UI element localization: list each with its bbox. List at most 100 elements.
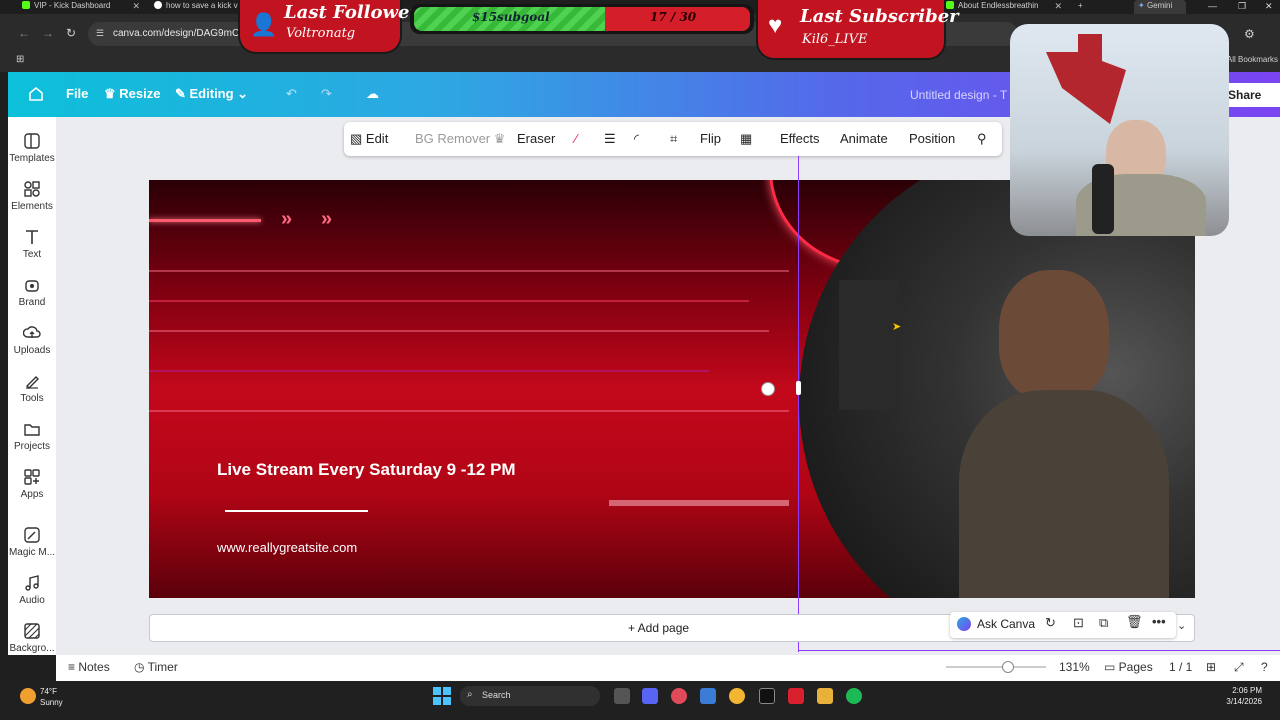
new-tab-button[interactable]: + xyxy=(1078,0,1083,14)
site-info-icon[interactable]: ☰ xyxy=(96,28,104,39)
maximize-icon[interactable]: ❐ xyxy=(1238,0,1246,12)
color-picker-icon[interactable]: ⁄ xyxy=(575,131,577,146)
resize-button[interactable]: ♛ Resize xyxy=(104,86,160,102)
rail-label: Apps xyxy=(20,489,44,500)
start-icon[interactable] xyxy=(433,687,451,705)
rail-item-apps[interactable]: Apps xyxy=(8,468,56,500)
browser-tab[interactable]: VIP - Kick Dashboard ✕ xyxy=(22,0,140,14)
zoom-level[interactable]: 131% xyxy=(1059,660,1090,674)
undo-icon[interactable]: ↶ xyxy=(286,86,297,102)
rail-item-magic-media[interactable]: Magic M... xyxy=(8,526,56,558)
position-button[interactable]: Position xyxy=(909,131,955,146)
capcut-icon[interactable] xyxy=(759,688,775,704)
browser-tab[interactable]: About Endlessbreathin ✕ xyxy=(946,0,1062,14)
apps-grid-icon[interactable]: ⊞ xyxy=(16,54,24,65)
task-view-icon[interactable] xyxy=(614,688,630,704)
edit-button[interactable]: ▧ Edit xyxy=(350,131,388,147)
all-bookmarks[interactable]: All Bookmarks xyxy=(1227,55,1278,64)
discord-icon[interactable] xyxy=(642,688,658,704)
forward-icon[interactable]: → xyxy=(42,26,54,40)
text-icon xyxy=(26,230,38,244)
browser-tab[interactable]: how to save a kick vo xyxy=(154,0,242,14)
notes-label: Notes xyxy=(78,660,110,674)
browser-tab[interactable]: ✦ Gemini xyxy=(1134,0,1186,14)
taskbar-clock[interactable]: 2:06 PM 3/14/2026 xyxy=(1226,685,1262,707)
rail-item-templates[interactable]: Templates xyxy=(8,132,56,164)
rail-item-audio[interactable]: Audio xyxy=(8,574,56,606)
neon-line xyxy=(149,219,261,222)
corner-rounding-icon[interactable]: ◜ xyxy=(634,131,639,147)
chevron-down-icon[interactable]: ⌄ xyxy=(1177,619,1186,632)
maps-icon[interactable] xyxy=(671,688,687,704)
more-options-icon[interactable]: ••• xyxy=(1152,614,1166,629)
animate-button[interactable]: Animate xyxy=(840,131,888,146)
weather-widget[interactable]: 74°F Sunny xyxy=(40,686,63,708)
taskbar-search[interactable] xyxy=(460,686,600,706)
minimize-icon[interactable]: — xyxy=(1208,0,1217,12)
rail-item-projects[interactable]: Projects xyxy=(8,420,56,452)
flip-button[interactable]: Flip xyxy=(700,131,721,146)
eraser-button[interactable]: Eraser xyxy=(517,131,555,146)
temperature: 74°F xyxy=(40,687,57,696)
timer-icon: ◷ xyxy=(134,660,148,674)
effects-button[interactable]: Effects xyxy=(780,131,820,146)
equipment-rack xyxy=(839,280,899,410)
bg-remover-button[interactable]: BG Remover ♛ xyxy=(415,131,505,147)
redo-icon[interactable]: ↷ xyxy=(321,86,332,102)
add-user-icon: 👤 xyxy=(250,12,278,37)
pages-label: Pages xyxy=(1118,660,1153,674)
back-icon[interactable]: ← xyxy=(18,26,30,40)
copy-style-icon[interactable]: ⚲ xyxy=(977,131,987,147)
close-icon[interactable]: ✕ xyxy=(132,0,140,12)
grid-view-icon[interactable]: ⊞ xyxy=(1206,660,1216,674)
lock-icon[interactable]: ⊡ xyxy=(1073,615,1084,631)
apps-icon xyxy=(24,469,40,485)
editor-footer xyxy=(56,655,1280,681)
heart-icon: ♥ xyxy=(768,12,783,39)
edit-label: Edit xyxy=(365,131,389,146)
chevron-right-icon: » xyxy=(321,208,333,230)
duplicate-icon[interactable]: ⧉ xyxy=(1099,615,1108,631)
home-icon[interactable] xyxy=(27,85,45,106)
ask-canva-button[interactable]: Ask Canva xyxy=(977,617,1035,631)
timer-button[interactable]: ◷ Timer xyxy=(134,660,178,674)
file-menu[interactable]: File xyxy=(66,86,88,101)
reload-icon[interactable]: ↻ xyxy=(66,26,76,40)
rail-item-elements[interactable]: Elements xyxy=(8,180,56,212)
transparency-icon[interactable]: ▦ xyxy=(740,131,752,147)
rail-item-text[interactable]: Text xyxy=(8,228,56,260)
editing-dropdown[interactable]: ✎ Editing ⌄ xyxy=(175,86,248,102)
file-explorer-icon[interactable] xyxy=(817,688,833,704)
rotate-handle[interactable] xyxy=(761,382,775,396)
audio-icon xyxy=(25,575,39,591)
resize-handle[interactable] xyxy=(796,381,801,395)
document-title[interactable]: Untitled design - T xyxy=(910,88,1007,102)
border-style-icon[interactable]: ☰ xyxy=(604,131,616,147)
pages-button[interactable]: ▭ Pages xyxy=(1104,660,1153,674)
streamer-photo[interactable] xyxy=(799,180,1195,598)
extensions-icon[interactable]: ⚙ xyxy=(1244,27,1255,41)
fullscreen-icon[interactable]: ⤢ xyxy=(1234,660,1244,675)
spotify-icon[interactable] xyxy=(846,688,862,704)
website-text[interactable]: www.reallygreatsite.com xyxy=(217,540,357,555)
zoom-slider-handle[interactable] xyxy=(1002,661,1014,673)
zoom-slider[interactable] xyxy=(946,666,1046,668)
close-window-icon[interactable]: ✕ xyxy=(1265,0,1273,12)
follower-title: Last Follower xyxy=(284,2,419,23)
trash-icon[interactable]: 🗑 xyxy=(1126,614,1143,630)
help-icon[interactable]: ? xyxy=(1261,660,1268,674)
rail-item-tools[interactable]: Tools xyxy=(8,372,56,404)
app-icon[interactable] xyxy=(788,688,804,704)
comment-icon[interactable]: ↻ xyxy=(1045,615,1056,631)
close-icon[interactable]: ✕ xyxy=(1054,0,1062,12)
cloud-saved-icon[interactable]: ☁ xyxy=(366,86,379,102)
headline-text[interactable]: Live Stream Every Saturday 9 -12 PM xyxy=(217,460,516,480)
app-icon[interactable] xyxy=(700,688,716,704)
crop-icon[interactable]: ⌗ xyxy=(670,131,677,147)
rail-item-brand[interactable]: Brand xyxy=(8,276,56,308)
rail-item-uploads[interactable]: Uploads xyxy=(8,324,56,356)
rail-item-background[interactable]: Backgro... xyxy=(8,622,56,654)
chrome-icon[interactable] xyxy=(729,688,745,704)
notes-button[interactable]: ≡ Notes xyxy=(68,660,110,674)
design-page[interactable]: » » Live Stream Every Saturday 9 -12 PM … xyxy=(149,180,1195,598)
